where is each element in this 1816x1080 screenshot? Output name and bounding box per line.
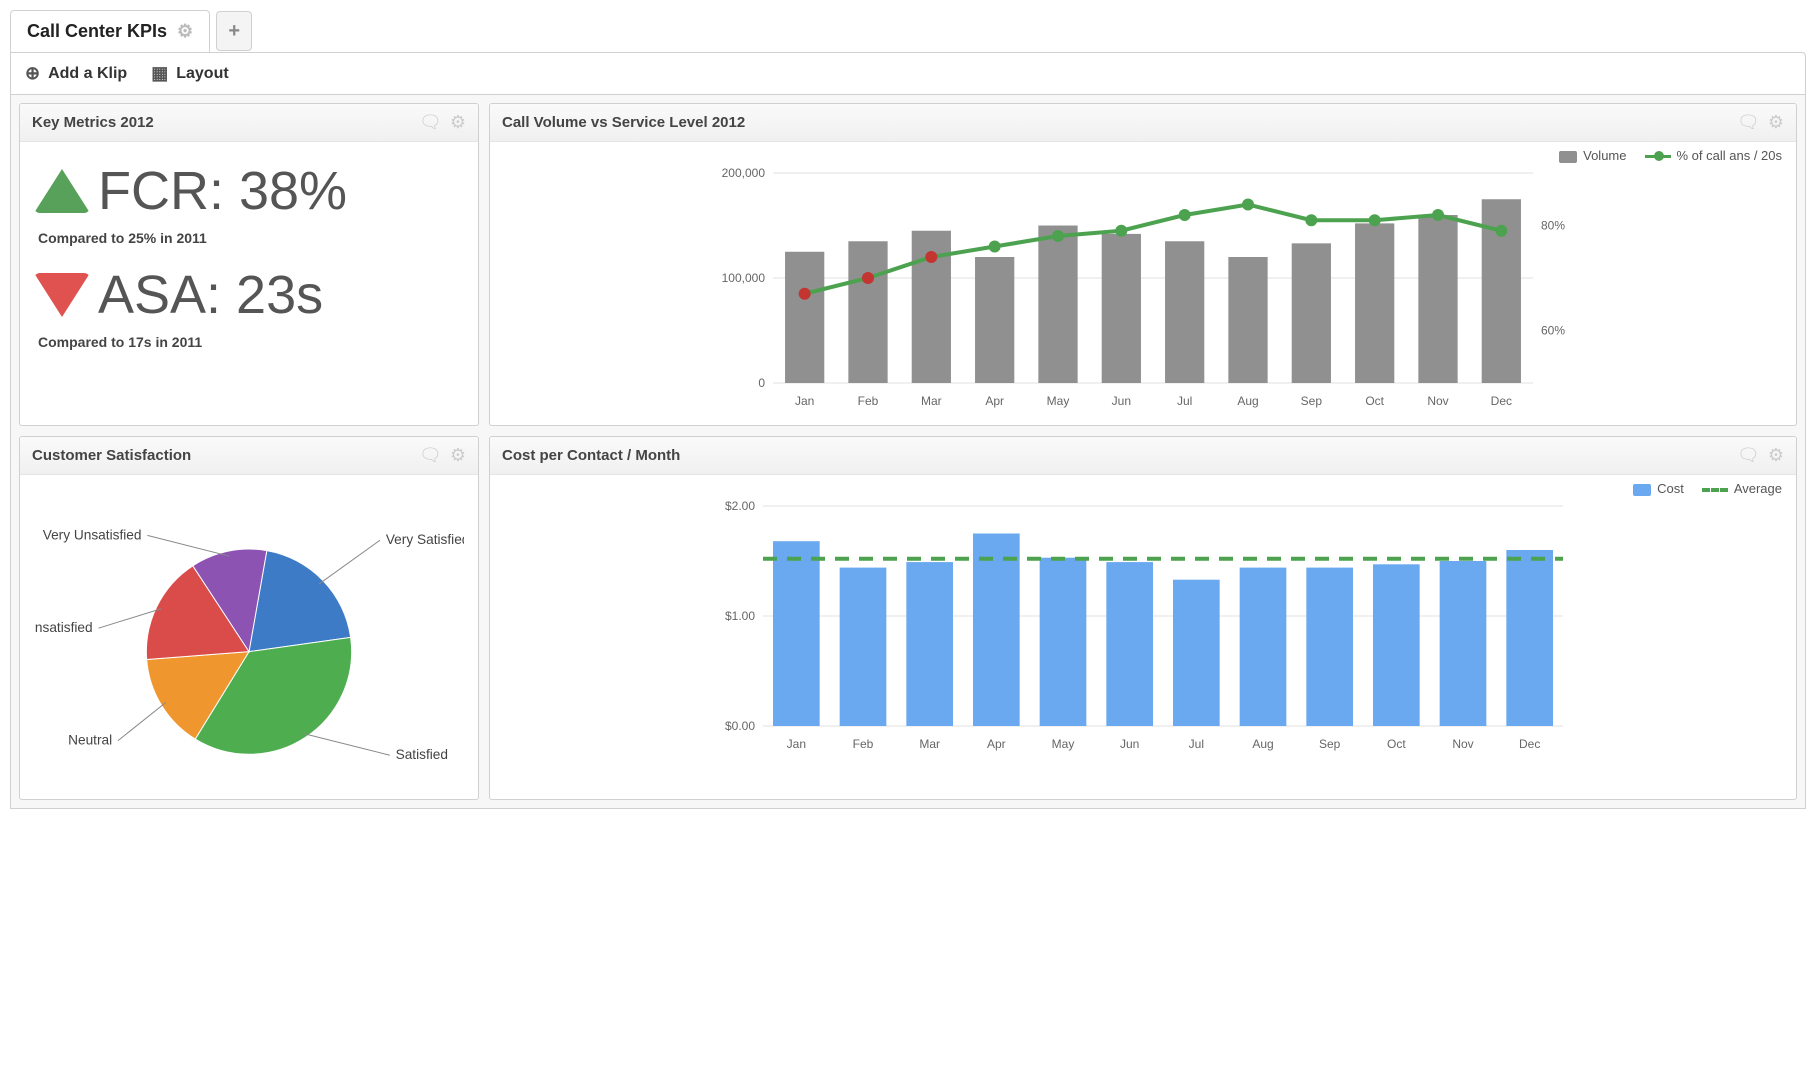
- widget-header: Key Metrics 2012 🗨 ⚙: [20, 104, 478, 142]
- svg-text:Aug: Aug: [1252, 737, 1273, 751]
- widget-header: Customer Satisfaction 🗨 ⚙: [20, 437, 478, 475]
- chart-legend: Cost Average: [490, 475, 1796, 496]
- comment-icon[interactable]: 🗨: [1737, 445, 1760, 466]
- widget-header: Call Volume vs Service Level 2012 🗨 ⚙: [490, 104, 1796, 142]
- layout-label: Layout: [176, 65, 228, 83]
- gear-icon[interactable]: ⚙: [450, 445, 466, 466]
- svg-text:Mar: Mar: [921, 394, 942, 408]
- legend-volume: Volume: [1559, 148, 1626, 163]
- asa-value: ASA: 23s: [98, 264, 323, 326]
- plus-circle-icon: ⊕: [25, 63, 40, 84]
- gear-icon[interactable]: ⚙: [1768, 445, 1784, 466]
- metric-fcr: FCR: 38%: [34, 160, 464, 222]
- widget-title: Customer Satisfaction: [32, 447, 191, 464]
- svg-text:100,000: 100,000: [722, 271, 766, 285]
- widget-csat: Customer Satisfaction 🗨 ⚙ Very Satisfied…: [19, 436, 479, 800]
- metric-asa: ASA: 23s: [34, 264, 464, 326]
- svg-text:Aug: Aug: [1237, 394, 1258, 408]
- svg-text:Feb: Feb: [858, 394, 879, 408]
- widget-title: Call Volume vs Service Level 2012: [502, 114, 745, 131]
- svg-text:$0.00: $0.00: [725, 719, 755, 733]
- svg-text:200,000: 200,000: [722, 166, 766, 180]
- layout-icon: ▦: [151, 63, 168, 84]
- widget-cost: Cost per Contact / Month 🗨 ⚙ Cost Averag…: [489, 436, 1797, 800]
- widget-title: Cost per Contact / Month: [502, 447, 680, 464]
- svg-text:Apr: Apr: [987, 737, 1006, 751]
- svg-text:0: 0: [758, 376, 765, 390]
- svg-text:Apr: Apr: [985, 394, 1004, 408]
- svg-text:80%: 80%: [1541, 219, 1565, 233]
- svg-text:Jun: Jun: [1120, 737, 1139, 751]
- fcr-compare: Compared to 25% in 2011: [38, 230, 464, 246]
- chart-legend: Volume % of call ans / 20s: [490, 142, 1796, 163]
- tab-call-center-kpis[interactable]: Call Center KPIs ⚙: [10, 10, 210, 52]
- add-klip-label: Add a Klip: [48, 65, 127, 83]
- tab-title: Call Center KPIs: [27, 21, 167, 42]
- legend-cost: Cost: [1633, 481, 1684, 496]
- layout-button[interactable]: ▦ Layout: [151, 63, 228, 84]
- svg-text:Feb: Feb: [853, 737, 874, 751]
- svg-text:May: May: [1047, 394, 1070, 408]
- svg-text:Jul: Jul: [1189, 737, 1204, 751]
- down-trend-icon: [34, 273, 90, 317]
- up-trend-icon: [34, 169, 90, 213]
- svg-text:Very Satisfied: Very Satisfied: [386, 532, 464, 547]
- svg-text:Unsatisfied: Unsatisfied: [34, 620, 93, 635]
- dashboard-grid: Key Metrics 2012 🗨 ⚙ FCR: 38% Compared t…: [10, 95, 1806, 809]
- tab-bar: Call Center KPIs ⚙ +: [10, 10, 1806, 52]
- fcr-value: FCR: 38%: [98, 160, 347, 222]
- widget-call-volume: Call Volume vs Service Level 2012 🗨 ⚙ Vo…: [489, 103, 1797, 426]
- gear-icon[interactable]: ⚙: [177, 21, 193, 42]
- gear-icon[interactable]: ⚙: [1768, 112, 1784, 133]
- add-klip-button[interactable]: ⊕ Add a Klip: [25, 63, 127, 84]
- svg-text:Nov: Nov: [1452, 737, 1473, 751]
- svg-text:$2.00: $2.00: [725, 499, 755, 513]
- svg-text:Dec: Dec: [1519, 737, 1540, 751]
- comment-icon[interactable]: 🗨: [1737, 112, 1760, 133]
- svg-text:Neutral: Neutral: [68, 733, 112, 748]
- svg-text:Sep: Sep: [1301, 394, 1323, 408]
- widget-key-metrics: Key Metrics 2012 🗨 ⚙ FCR: 38% Compared t…: [19, 103, 479, 426]
- svg-text:Mar: Mar: [919, 737, 940, 751]
- svg-text:May: May: [1052, 737, 1075, 751]
- cost-chart: $0.00 $1.00 $2.00 Jan Feb Mar Apr May Jun Jul Aug S…: [504, 496, 1782, 756]
- comment-icon[interactable]: 🗨: [419, 112, 442, 133]
- svg-text:Nov: Nov: [1427, 394, 1448, 408]
- gear-icon[interactable]: ⚙: [450, 112, 466, 133]
- svg-text:Jan: Jan: [787, 737, 806, 751]
- add-tab-button[interactable]: +: [216, 11, 252, 51]
- svg-text:Jun: Jun: [1112, 394, 1131, 408]
- widget-header: Cost per Contact / Month 🗨 ⚙: [490, 437, 1796, 475]
- comment-icon[interactable]: 🗨: [419, 445, 442, 466]
- svg-text:Very Unsatisfied: Very Unsatisfied: [43, 527, 142, 542]
- csat-pie-chart: Very Satisfied Satisfied Neutral Unsatisfie…: [34, 487, 464, 787]
- svg-text:Satisfied: Satisfied: [396, 747, 448, 762]
- widget-title: Key Metrics 2012: [32, 114, 154, 131]
- svg-text:Jan: Jan: [795, 394, 814, 408]
- svg-text:Dec: Dec: [1491, 394, 1512, 408]
- svg-text:60%: 60%: [1541, 324, 1565, 338]
- svg-text:Oct: Oct: [1365, 394, 1384, 408]
- asa-compare: Compared to 17s in 2011: [38, 334, 464, 350]
- svg-text:Sep: Sep: [1319, 737, 1341, 751]
- svg-text:Jul: Jul: [1177, 394, 1192, 408]
- toolbar: ⊕ Add a Klip ▦ Layout: [10, 52, 1806, 95]
- svg-text:$1.00: $1.00: [725, 609, 755, 623]
- call-volume-chart: 0 100,000 200,000 60% 80% Jan Feb Mar Apr May Jun J…: [504, 163, 1782, 413]
- legend-avg: Average: [1702, 481, 1782, 496]
- svg-text:Oct: Oct: [1387, 737, 1406, 751]
- legend-pct: % of call ans / 20s: [1645, 148, 1783, 163]
